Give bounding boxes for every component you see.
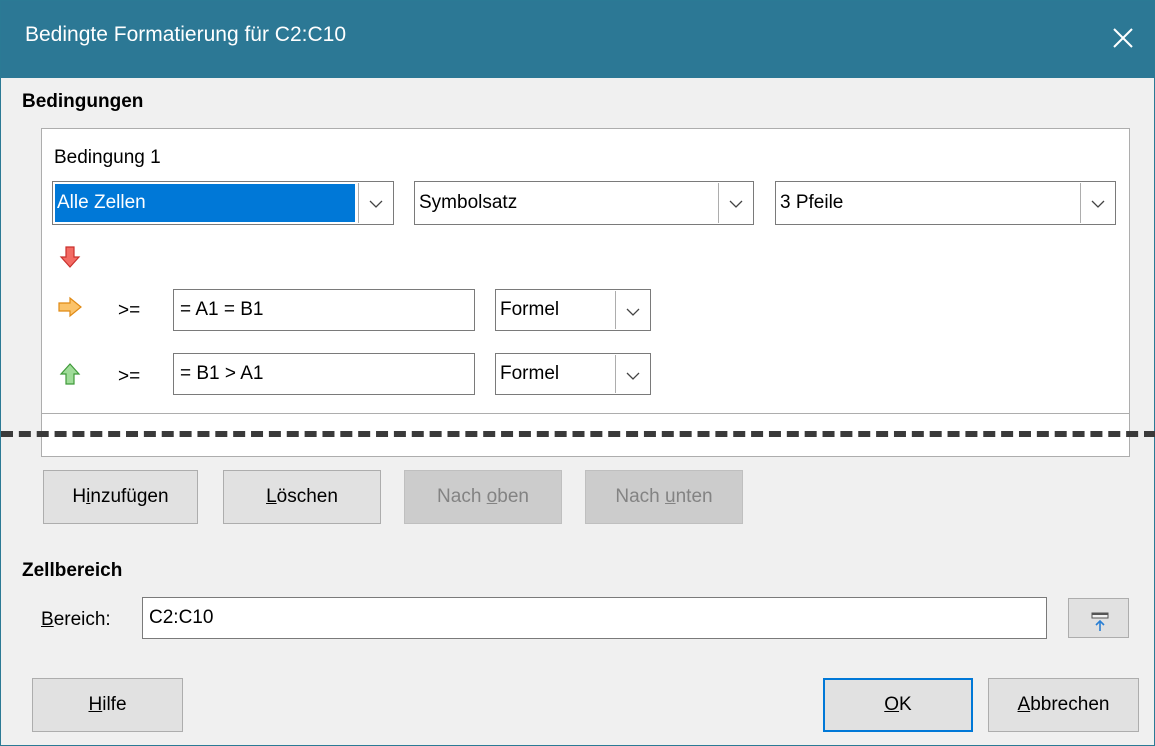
chevron-down-icon[interactable] xyxy=(1080,183,1114,223)
value-type-label: Formel xyxy=(500,363,560,384)
icon-set-combo[interactable]: 3 Pfeile xyxy=(775,181,1116,225)
label-text: O xyxy=(884,694,900,715)
arrow-down-red-icon xyxy=(59,245,81,274)
operator-label: >= xyxy=(118,300,141,321)
move-down-button[interactable]: Nach unten xyxy=(585,470,743,524)
move-up-button[interactable]: Nach oben xyxy=(404,470,562,524)
cut-line-divider xyxy=(1,431,1155,437)
chevron-down-icon[interactable] xyxy=(615,355,649,393)
label-text: öschen xyxy=(276,486,338,507)
label-text: nten xyxy=(675,486,713,507)
range-label: Bereich: xyxy=(41,609,111,631)
add-button[interactable]: Hinzufügen xyxy=(43,470,198,524)
label-text: Nach xyxy=(437,486,487,507)
label-text: ereich: xyxy=(53,609,111,630)
label-text: Nach xyxy=(615,486,666,507)
icon-set-value: 3 Pfeile xyxy=(780,192,844,213)
conditions-list: Bedingung 1 Alle Zellen Symbolsatz 3 Pfe… xyxy=(41,128,1130,457)
cell-range-heading: Zellbereich xyxy=(22,560,123,581)
dialog-title: Bedingte Formatierung für C2:C10 xyxy=(25,23,346,46)
label-text: nzufügen xyxy=(90,486,169,507)
label-text: H xyxy=(88,694,103,715)
conditional-formatting-dialog: Bedingte Formatierung für C2:C10 Bedingu… xyxy=(0,0,1155,746)
value-input-2[interactable]: = B1 > A1 xyxy=(173,353,475,395)
close-icon[interactable] xyxy=(1108,23,1138,53)
shrink-dialog-icon xyxy=(1091,608,1109,646)
value-type-label: Formel xyxy=(500,299,560,320)
label-text: L xyxy=(266,486,277,507)
arrow-up-green-icon xyxy=(59,362,81,391)
arrow-right-orange-icon xyxy=(57,296,83,323)
ok-button[interactable]: OK xyxy=(823,678,973,732)
value-type-combo-1[interactable]: Formel xyxy=(495,289,651,331)
label-text: K xyxy=(899,694,912,715)
value-input-1[interactable]: = A1 = B1 xyxy=(173,289,475,331)
format-style-combo[interactable]: Symbolsatz xyxy=(414,181,754,225)
help-button[interactable]: Hilfe xyxy=(32,678,183,732)
label-text: u xyxy=(665,486,676,507)
condition-type-combo[interactable]: Alle Zellen xyxy=(52,181,394,225)
label-text: H xyxy=(72,486,87,507)
chevron-down-icon[interactable] xyxy=(358,183,392,223)
range-input[interactable]: C2:C10 xyxy=(142,597,1047,639)
cancel-button[interactable]: Abbrechen xyxy=(988,678,1139,732)
shrink-button[interactable] xyxy=(1068,598,1129,638)
operator-label: >= xyxy=(118,366,141,387)
list-separator xyxy=(42,413,1129,414)
condition-title: Bedingung 1 xyxy=(54,147,161,168)
value-type-combo-2[interactable]: Formel xyxy=(495,353,651,395)
chevron-down-icon[interactable] xyxy=(718,183,752,223)
conditions-heading: Bedingungen xyxy=(22,91,144,112)
format-style-value: Symbolsatz xyxy=(419,192,518,213)
label-text: A xyxy=(1017,694,1031,715)
condition-type-value: Alle Zellen xyxy=(55,184,355,222)
label-text: bbrechen xyxy=(1030,694,1110,715)
chevron-down-icon[interactable] xyxy=(615,291,649,329)
label-text: B xyxy=(41,609,54,630)
title-bar: Bedingte Formatierung für C2:C10 xyxy=(1,1,1154,78)
delete-button[interactable]: Löschen xyxy=(223,470,381,524)
label-text: ben xyxy=(497,486,529,507)
label-text: ilfe xyxy=(102,694,127,715)
label-text: o xyxy=(486,486,498,507)
